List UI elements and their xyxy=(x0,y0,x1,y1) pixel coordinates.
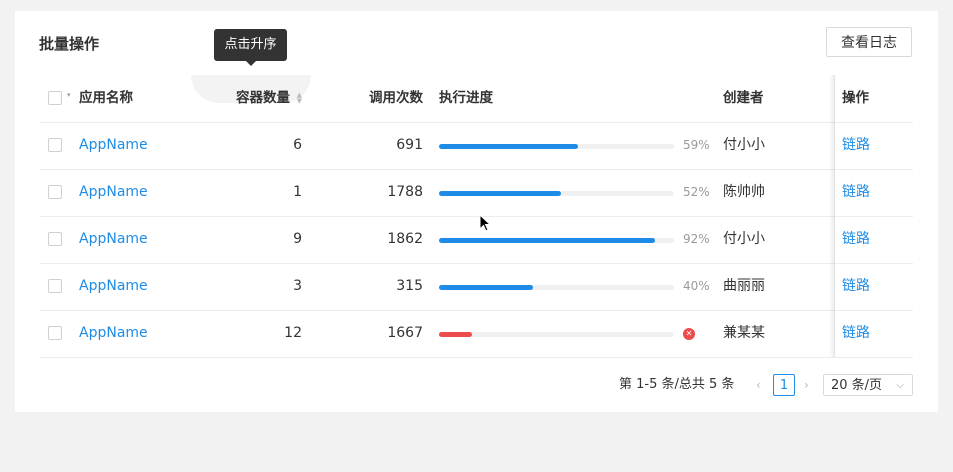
error-icon: ✕ xyxy=(683,328,695,340)
table-row: AppName 9 1862 92% 付小小 链路 xyxy=(40,216,913,264)
row-checkbox[interactable] xyxy=(48,326,62,340)
call-count: 1788 xyxy=(387,184,423,200)
column-header-count-label: 容器数量 xyxy=(236,90,290,106)
progress-percent: 92% xyxy=(683,232,710,246)
progress-track xyxy=(439,144,674,149)
progress-cell: 40% xyxy=(439,263,710,310)
container-count: 3 xyxy=(293,278,302,294)
column-header-op: 操作 xyxy=(842,90,869,106)
column-header-progress: 执行进度 xyxy=(439,90,493,106)
progress-fill xyxy=(439,144,578,149)
container-count: 6 xyxy=(293,137,302,153)
card-title: 批量操作 xyxy=(39,35,100,53)
app-name-link[interactable]: AppName xyxy=(79,216,148,263)
select-dropdown-icon[interactable]: ▾ xyxy=(67,91,71,99)
progress-percent: 52% xyxy=(683,185,710,199)
page-size-select[interactable]: 20 条/页 ⌵ xyxy=(823,374,913,396)
progress-track xyxy=(439,238,674,243)
creator-name: 曲丽丽 xyxy=(723,278,765,294)
progress-percent: 59% xyxy=(683,138,710,152)
table-row: AppName 12 1667 ✕ 兼某某 链路 xyxy=(40,310,913,358)
page-size-value: 20 条/页 xyxy=(831,378,883,393)
app-name-link[interactable]: AppName xyxy=(79,169,148,216)
column-header-count[interactable]: 容器数量 ▲ ▼ xyxy=(200,75,302,122)
trace-link[interactable]: 链路 xyxy=(842,310,870,357)
column-header-calls: 调用次数 xyxy=(369,90,423,106)
trace-link[interactable]: 链路 xyxy=(842,263,870,310)
progress-cell: 59% xyxy=(439,122,710,169)
pagination-summary: 第 1-5 条/总共 5 条 xyxy=(619,377,735,392)
page-button-current[interactable]: 1 xyxy=(773,374,795,396)
progress-cell: ✕ xyxy=(439,310,709,357)
call-count: 1667 xyxy=(387,325,423,341)
prev-page-icon[interactable]: ‹ xyxy=(756,373,761,397)
progress-cell: 52% xyxy=(439,169,710,216)
row-checkbox[interactable] xyxy=(48,232,62,246)
app-name-link[interactable]: AppName xyxy=(79,263,148,310)
app-name-link[interactable]: AppName xyxy=(79,310,148,357)
progress-track xyxy=(439,332,674,337)
fixed-column-divider xyxy=(834,75,835,357)
sort-icon[interactable]: ▲ ▼ xyxy=(294,92,302,105)
creator-name: 付小小 xyxy=(723,137,765,153)
container-count: 9 xyxy=(293,231,302,247)
progress-fill xyxy=(439,285,533,290)
trace-link[interactable]: 链路 xyxy=(842,122,870,169)
container-count: 1 xyxy=(293,184,302,200)
mouse-cursor-icon xyxy=(479,214,492,232)
container-count: 12 xyxy=(284,325,302,341)
progress-fill xyxy=(439,332,472,337)
call-count: 691 xyxy=(396,137,423,153)
select-all-checkbox[interactable] xyxy=(48,91,62,105)
trace-link[interactable]: 链路 xyxy=(842,216,870,263)
chevron-down-icon: ⌵ xyxy=(896,380,904,391)
progress-fill xyxy=(439,238,656,243)
app-name-link[interactable]: AppName xyxy=(79,122,148,169)
creator-name: 付小小 xyxy=(723,231,765,247)
column-header-name: 应用名称 xyxy=(79,90,133,106)
creator-name: 兼某某 xyxy=(723,325,765,341)
creator-name: 陈帅帅 xyxy=(723,184,765,200)
row-checkbox[interactable] xyxy=(48,185,62,199)
view-log-button[interactable]: 查看日志 xyxy=(826,27,912,57)
next-page-icon[interactable]: › xyxy=(804,373,809,397)
sort-tooltip: 点击升序 xyxy=(214,29,287,66)
call-count: 1862 xyxy=(387,231,423,247)
row-checkbox[interactable] xyxy=(48,279,62,293)
progress-track xyxy=(439,285,674,290)
table-header: ▾ 应用名称 容器数量 ▲ ▼ 调用次数 执行进度 创建者 操作 xyxy=(40,75,913,123)
column-header-creator: 创建者 xyxy=(723,90,764,106)
call-count: 315 xyxy=(396,278,423,294)
table-row: AppName 3 315 40% 曲丽丽 链路 xyxy=(40,263,913,311)
trace-link[interactable]: 链路 xyxy=(842,169,870,216)
table-row: AppName 1 1788 52% 陈帅帅 链路 xyxy=(40,169,913,217)
batch-operation-card: 批量操作 查看日志 点击升序 ▾ 应用名称 容器数量 ▲ ▼ 调用次数 执行进度 创… xyxy=(15,11,938,412)
table-row: AppName 6 691 59% 付小小 链路 xyxy=(40,122,913,170)
row-checkbox[interactable] xyxy=(48,138,62,152)
progress-percent: 40% xyxy=(683,279,710,293)
progress-track xyxy=(439,191,674,196)
progress-fill xyxy=(439,191,562,196)
